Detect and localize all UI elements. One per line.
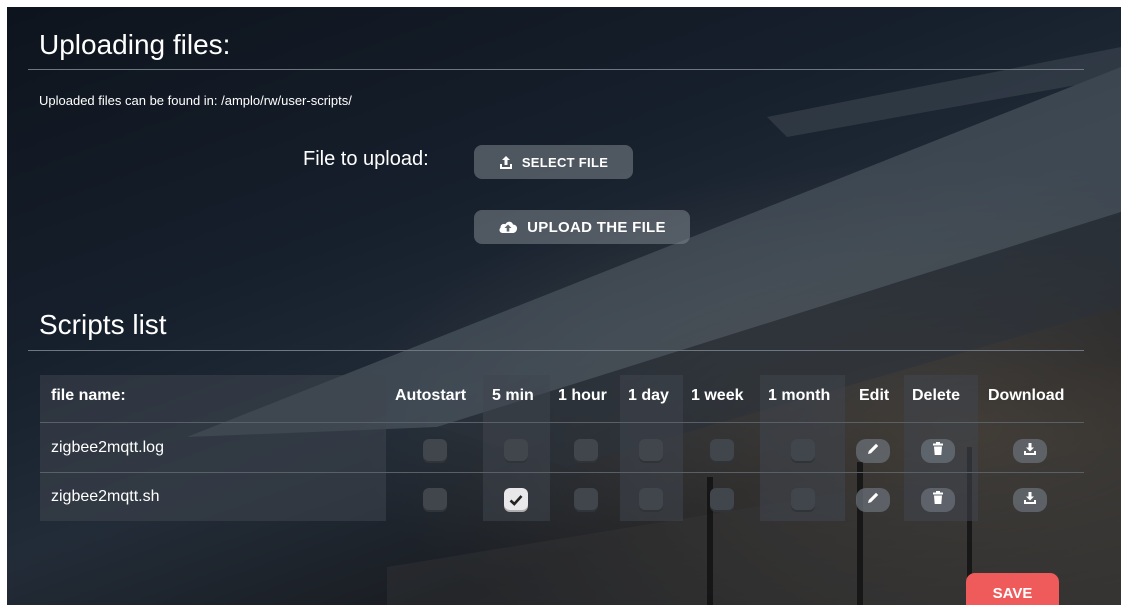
upload-file-button[interactable]: UPLOAD THE FILE	[474, 210, 690, 244]
uploading-files-heading: Uploading files:	[39, 29, 231, 60]
col-header-delete: Delete	[912, 387, 961, 404]
scripts-panel: Uploading files: Uploaded files can be f…	[7, 7, 1121, 605]
row-divider	[40, 472, 1084, 473]
edit-button[interactable]	[856, 488, 890, 512]
one-day-checkbox[interactable]	[639, 488, 663, 512]
select-file-button[interactable]: SELECT FILE	[474, 145, 633, 179]
header-row-divider	[40, 422, 1084, 423]
autostart-checkbox[interactable]	[423, 488, 447, 512]
download-tray-icon	[1023, 491, 1037, 510]
upload-tray-icon	[499, 155, 513, 170]
edit-button[interactable]	[856, 439, 890, 463]
one-month-checkbox[interactable]	[791, 488, 815, 512]
col-header-5min: 5 min	[492, 387, 534, 404]
five-min-checkbox[interactable]	[504, 488, 528, 512]
delete-button[interactable]	[921, 488, 955, 512]
col-header-1week: 1 week	[691, 387, 744, 404]
one-week-checkbox[interactable]	[710, 439, 734, 463]
col-header-1day: 1 day	[628, 387, 669, 404]
one-month-checkbox[interactable]	[791, 439, 815, 463]
delete-button[interactable]	[921, 439, 955, 463]
scripts-list-heading: Scripts list	[39, 309, 167, 340]
trash-icon	[932, 441, 944, 461]
upload-location-note: Uploaded files can be found in: /amplo/r…	[39, 93, 352, 108]
cloud-upload-icon	[498, 220, 518, 234]
col-header-1month: 1 month	[768, 387, 831, 404]
one-week-checkbox[interactable]	[710, 488, 734, 512]
autostart-checkbox[interactable]	[423, 439, 447, 463]
col-header-autostart: Autostart	[395, 387, 467, 404]
upload-file-label: UPLOAD THE FILE	[527, 218, 666, 236]
col-header-file-name: file name:	[51, 387, 126, 404]
five-min-checkbox[interactable]	[504, 439, 528, 463]
select-file-label: SELECT FILE	[521, 154, 609, 170]
scripts-divider	[28, 350, 1084, 351]
col-header-1hour: 1 hour	[558, 387, 607, 404]
save-button[interactable]: SAVE	[966, 573, 1059, 605]
download-button[interactable]	[1013, 488, 1047, 512]
pencil-icon	[866, 491, 880, 510]
one-hour-checkbox[interactable]	[574, 439, 598, 463]
one-hour-checkbox[interactable]	[574, 488, 598, 512]
pencil-icon	[866, 442, 880, 461]
trash-icon	[932, 490, 944, 510]
download-button[interactable]	[1013, 439, 1047, 463]
download-tray-icon	[1023, 442, 1037, 461]
file-name-cell: zigbee2mqtt.log	[51, 439, 164, 456]
file-to-upload-label: File to upload:	[303, 148, 429, 170]
one-day-checkbox[interactable]	[639, 439, 663, 463]
col-header-edit: Edit	[859, 387, 890, 404]
file-name-cell: zigbee2mqtt.sh	[51, 488, 160, 505]
col-header-download: Download	[988, 387, 1065, 404]
heading-divider	[28, 69, 1084, 70]
